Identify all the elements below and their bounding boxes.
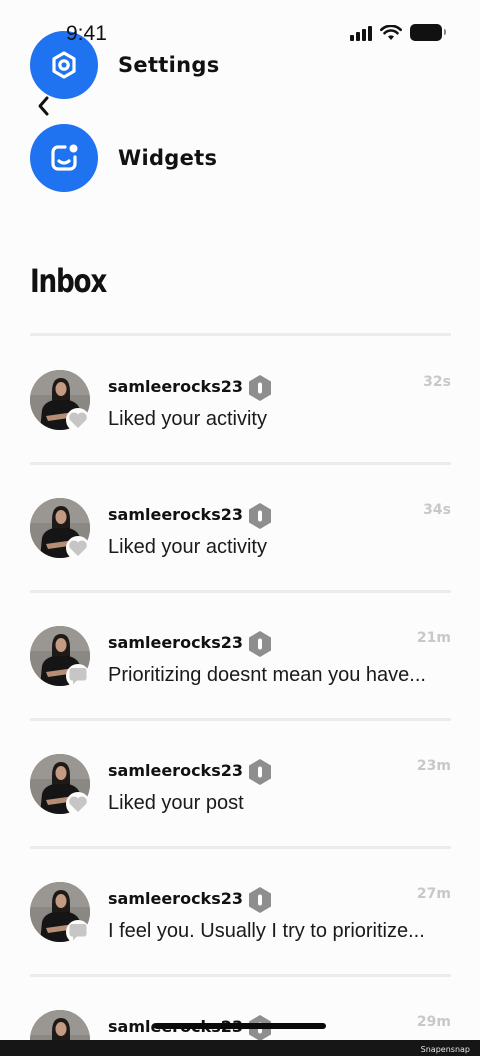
heart-icon bbox=[66, 792, 90, 816]
status-icons bbox=[350, 24, 446, 41]
message-preview: Liked your activity bbox=[108, 408, 267, 430]
message-preview: Prioritizing doesnt mean you have... bbox=[108, 664, 426, 686]
message-preview: Liked your post bbox=[108, 792, 244, 814]
list-item[interactable]: samleerocks23 23m Liked your post bbox=[30, 720, 451, 848]
message-preview: I feel you. Usually I try to prioritize.… bbox=[108, 920, 425, 942]
verified-icon bbox=[249, 631, 271, 657]
home-indicator[interactable] bbox=[154, 1023, 326, 1029]
username[interactable]: samleerocks23 bbox=[108, 633, 243, 652]
timestamp: 29m bbox=[416, 1014, 451, 1030]
comment-icon bbox=[66, 920, 90, 944]
list-item[interactable]: samleerocks23 21m Prioritizing doesnt me… bbox=[30, 592, 451, 720]
heart-icon bbox=[66, 536, 90, 560]
list-item[interactable]: samleerocks23 32s Liked your activity bbox=[30, 336, 451, 464]
heart-icon bbox=[66, 408, 90, 432]
list-item[interactable]: samleerocks23 34s Liked your activity bbox=[30, 464, 451, 592]
timestamp: 34s bbox=[423, 502, 451, 518]
menu-item-widgets[interactable]: Widgets bbox=[30, 124, 217, 192]
username[interactable]: samleerocks23 bbox=[108, 505, 243, 524]
signal-icon bbox=[350, 25, 372, 41]
verified-icon bbox=[249, 375, 271, 401]
timestamp: 27m bbox=[416, 886, 451, 902]
watermark: Snapensnap bbox=[420, 1045, 470, 1054]
battery-icon bbox=[410, 24, 446, 41]
menu-label-widgets: Widgets bbox=[118, 146, 218, 170]
timestamp: 21m bbox=[416, 630, 451, 646]
verified-icon bbox=[249, 759, 271, 785]
timestamp: 23m bbox=[416, 758, 451, 774]
footer-bar bbox=[0, 1040, 480, 1056]
username[interactable]: samleerocks23 bbox=[108, 761, 243, 780]
wifi-icon bbox=[380, 24, 402, 40]
status-time: 9:41 bbox=[66, 22, 107, 45]
list-item[interactable]: samleerocks23 27m I feel you. Usually I … bbox=[30, 848, 451, 976]
menu-item-settings[interactable]: Settings bbox=[30, 31, 220, 99]
verified-icon bbox=[249, 887, 271, 913]
username[interactable]: samleerocks23 bbox=[108, 377, 243, 396]
comment-icon bbox=[66, 664, 90, 688]
verified-icon bbox=[249, 503, 271, 529]
menu-label-settings: Settings bbox=[118, 53, 220, 77]
chevron-left-icon[interactable] bbox=[34, 94, 54, 118]
message-preview: Liked your activity bbox=[108, 536, 267, 558]
timestamp: 32s bbox=[423, 374, 451, 390]
username[interactable]: samleerocks23 bbox=[108, 889, 243, 908]
inbox-title: Inbox bbox=[30, 262, 107, 300]
widgets-icon bbox=[30, 124, 98, 192]
